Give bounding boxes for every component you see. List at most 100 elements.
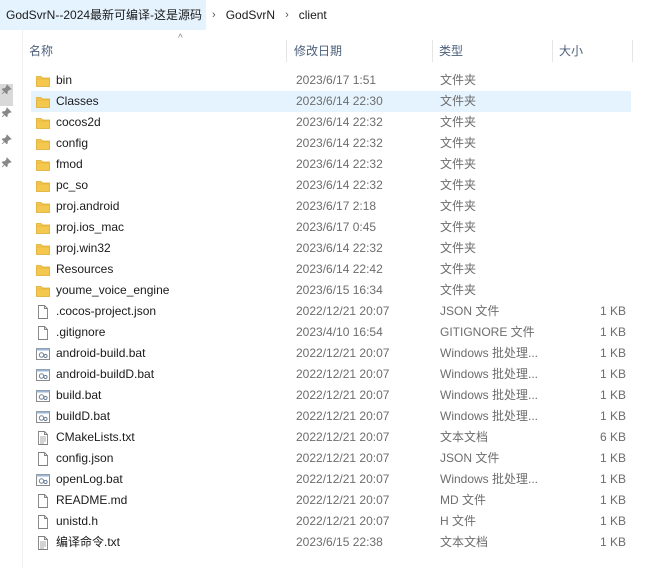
- file-modified-date: 2022/12/21 20:07: [296, 409, 390, 423]
- file-size: 1 KB: [599, 493, 626, 507]
- file-icon: [35, 325, 51, 341]
- pin-icon[interactable]: [1, 107, 12, 118]
- file-row[interactable]: build.bat 2022/12/21 20:07 Windows 批处理... 1…: [31, 385, 631, 406]
- pin-icon[interactable]: [1, 134, 12, 145]
- file-type: 文件夹: [440, 283, 477, 297]
- file-type: Windows 批处理...: [440, 388, 539, 402]
- file-name: buildD.bat: [56, 409, 111, 423]
- breadcrumb-separator-icon[interactable]: ›: [206, 9, 222, 21]
- column-header-type[interactable]: 类型: [433, 38, 551, 64]
- file-type: 文件夹: [440, 220, 477, 234]
- file-name: CMakeLists.txt: [56, 430, 135, 444]
- folder-row[interactable]: pc_so 2023/6/14 22:32 文件夹: [31, 175, 631, 196]
- file-size: 1 KB: [599, 409, 626, 423]
- file-modified-date: 2023/4/10 16:54: [296, 325, 383, 339]
- file-modified-date: 2022/12/21 20:07: [296, 451, 390, 465]
- folder-row[interactable]: proj.ios_mac 2023/6/17 0:45 文件夹: [31, 217, 631, 238]
- folder-row[interactable]: cocos2d 2023/6/14 22:32 文件夹: [31, 112, 631, 133]
- file-name: android-buildD.bat: [56, 367, 155, 381]
- folder-row[interactable]: Resources 2023/6/14 22:42 文件夹: [31, 259, 631, 280]
- file-name: youme_voice_engine: [56, 283, 170, 297]
- file-name: cocos2d: [56, 115, 101, 129]
- batch-file-icon: [35, 367, 51, 383]
- folder-icon: [35, 220, 51, 236]
- file-type: H 文件: [440, 514, 477, 528]
- file-row[interactable]: .cocos-project.json 2022/12/21 20:07 JSON …: [31, 301, 631, 322]
- file-type: 文本文档: [440, 430, 489, 444]
- breadcrumb-separator-icon[interactable]: ›: [279, 9, 295, 21]
- file-name: 编译命令.txt: [56, 535, 121, 549]
- file-row[interactable]: 编译命令.txt 2023/6/15 22:38 文本文档 1 KB: [31, 532, 631, 553]
- file-type: 文件夹: [440, 178, 477, 192]
- file-name: config: [56, 136, 89, 150]
- file-name: Classes: [56, 94, 99, 108]
- file-name: README.md: [56, 493, 128, 507]
- file-row[interactable]: config.json 2022/12/21 20:07 JSON 文件 1 KB: [31, 448, 631, 469]
- text-file-icon: [35, 535, 51, 551]
- file-modified-date: 2023/6/14 22:32: [296, 178, 383, 192]
- file-modified-date: 2022/12/21 20:07: [296, 346, 390, 360]
- file-row[interactable]: android-build.bat 2022/12/21 20:07 Windows…: [31, 343, 631, 364]
- file-modified-date: 2022/12/21 20:07: [296, 493, 390, 507]
- pin-icon[interactable]: [1, 84, 12, 95]
- folder-row[interactable]: bin 2023/6/17 1:51 文件夹: [31, 70, 631, 91]
- file-name: .gitignore: [56, 325, 106, 339]
- file-size: 1 KB: [599, 367, 626, 381]
- breadcrumb: GodSvrN--2024最新可编译-这是源码 › GodSvrN › clie…: [0, 0, 670, 30]
- breadcrumb-item-root[interactable]: GodSvrN--2024最新可编译-这是源码: [0, 0, 207, 30]
- file-modified-date: 2023/6/17 2:18: [296, 199, 377, 213]
- file-type: JSON 文件: [440, 451, 500, 465]
- pane-splitter[interactable]: [22, 30, 23, 568]
- folder-row[interactable]: proj.android 2023/6/17 2:18 文件夹: [31, 196, 631, 217]
- column-header-size[interactable]: 大小: [553, 38, 631, 64]
- folder-icon: [35, 283, 51, 299]
- folder-icon: [35, 115, 51, 131]
- file-name: unistd.h: [56, 514, 99, 528]
- file-type: 文件夹: [440, 157, 477, 171]
- folder-row[interactable]: Classes 2023/6/14 22:30 文件夹: [31, 91, 631, 112]
- file-modified-date: 2022/12/21 20:07: [296, 472, 390, 486]
- file-row[interactable]: .gitignore 2023/4/10 16:54 GITIGNORE 文件 1 K…: [31, 322, 631, 343]
- column-divider[interactable]: [286, 40, 287, 62]
- column-header-name[interactable]: 名称: [23, 38, 283, 64]
- folder-row[interactable]: config 2023/6/14 22:32 文件夹: [31, 133, 631, 154]
- breadcrumb-item-client[interactable]: client: [295, 0, 331, 30]
- file-name: fmod: [56, 157, 83, 171]
- file-type: 文件夹: [440, 199, 477, 213]
- file-row[interactable]: unistd.h 2022/12/21 20:07 H 文件 1 KB: [31, 511, 631, 532]
- file-name: pc_so: [56, 178, 89, 192]
- file-name: proj.android: [56, 199, 120, 213]
- file-size: 1 KB: [599, 535, 626, 549]
- file-name: proj.win32: [56, 241, 111, 255]
- file-row[interactable]: openLog.bat 2022/12/21 20:07 Windows 批处理..…: [31, 469, 631, 490]
- file-modified-date: 2022/12/21 20:07: [296, 430, 390, 444]
- file-row[interactable]: CMakeLists.txt 2022/12/21 20:07 文本文档 6 KB: [31, 427, 631, 448]
- pin-icon[interactable]: [1, 157, 12, 168]
- text-file-icon: [35, 430, 51, 446]
- file-icon: [35, 514, 51, 530]
- folder-row[interactable]: fmod 2023/6/14 22:32 文件夹: [31, 154, 631, 175]
- file-type: Windows 批处理...: [440, 472, 539, 486]
- folder-row[interactable]: youme_voice_engine 2023/6/15 16:34 文件夹: [31, 280, 631, 301]
- file-modified-date: 2022/12/21 20:07: [296, 304, 390, 318]
- file-type: MD 文件: [440, 493, 486, 507]
- folder-row[interactable]: proj.win32 2023/6/14 22:32 文件夹: [31, 238, 631, 259]
- file-row[interactable]: README.md 2022/12/21 20:07 MD 文件 1 KB: [31, 490, 631, 511]
- file-type: JSON 文件: [440, 304, 500, 318]
- column-divider[interactable]: [632, 40, 633, 62]
- column-header-date[interactable]: 修改日期: [288, 38, 430, 64]
- folder-icon: [35, 241, 51, 257]
- file-name: .cocos-project.json: [56, 304, 157, 318]
- file-modified-date: 2023/6/14 22:32: [296, 115, 383, 129]
- file-row[interactable]: buildD.bat 2022/12/21 20:07 Windows 批处理...…: [31, 406, 631, 427]
- file-modified-date: 2023/6/17 0:45: [296, 220, 377, 234]
- file-type: 文件夹: [440, 94, 477, 108]
- file-type: Windows 批处理...: [440, 346, 539, 360]
- breadcrumb-item-godsvrn[interactable]: GodSvrN: [222, 0, 279, 30]
- batch-file-icon: [35, 409, 51, 425]
- batch-file-icon: [35, 388, 51, 404]
- file-row[interactable]: android-buildD.bat 2022/12/21 20:07 Window…: [31, 364, 631, 385]
- file-type: 文件夹: [440, 241, 477, 255]
- file-size: 1 KB: [599, 451, 626, 465]
- column-header-row: ^ 名称 修改日期 类型 大小: [23, 34, 670, 64]
